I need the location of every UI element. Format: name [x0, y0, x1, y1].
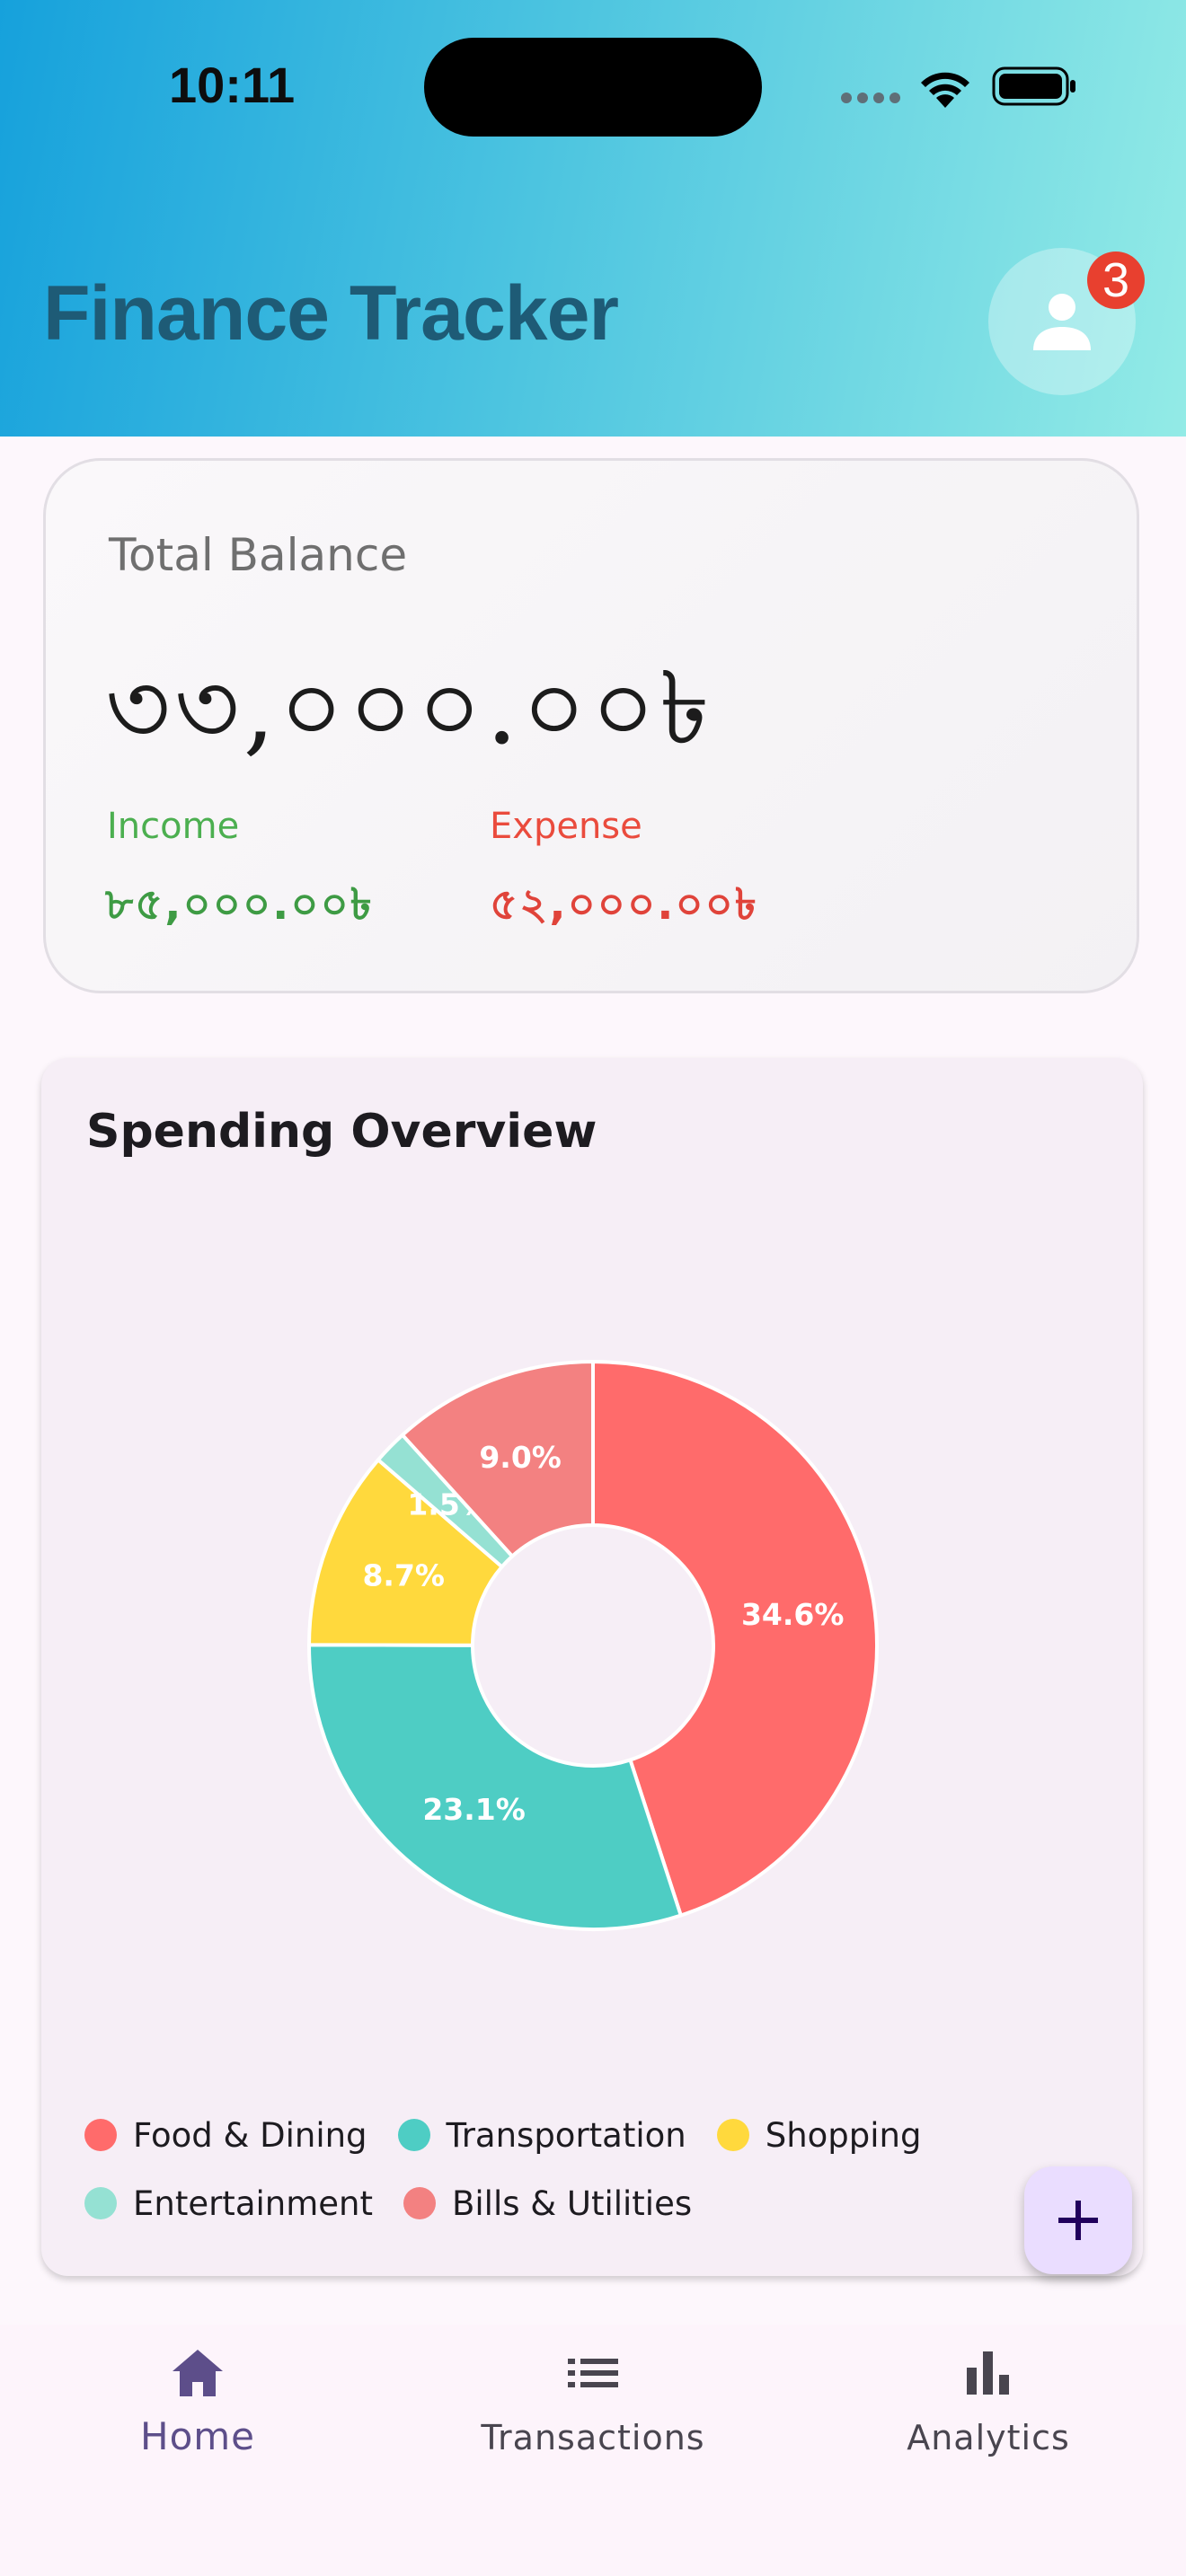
income-value: ৮৫,০০০.০০৳	[105, 879, 374, 930]
donut-value-label: 8.7%	[362, 1557, 445, 1592]
nav-label-transactions: Transactions	[481, 2418, 705, 2457]
list-icon	[568, 2359, 618, 2387]
total-balance-amount: ৩৩,০০০.০০৳	[105, 650, 713, 767]
nav-label-home: Home	[139, 2414, 256, 2458]
legend-item-transportation: Transportation	[397, 2116, 686, 2155]
balance-card: Total Balance ৩৩,০০০.০০৳ Income ৮৫,০০০.০…	[43, 458, 1139, 993]
legend-item-bills-utilities: Bills & Utilities	[403, 2186, 692, 2222]
donut-slice-transportation	[307, 1643, 684, 1931]
total-balance-label: Total Balance	[109, 529, 408, 581]
notification-badge: 3	[1087, 251, 1145, 309]
add-transaction-button[interactable]	[1024, 2166, 1132, 2274]
donut-value-label: 9.0%	[479, 1440, 562, 1475]
bar-chart-icon	[967, 2351, 1009, 2395]
legend-label: Entertainment	[133, 2184, 373, 2223]
person-icon	[1033, 294, 1091, 350]
app-header: 10:11 Finance Tracker 3	[0, 0, 1186, 437]
cellular-signal-icon	[841, 90, 906, 107]
legend-color-dot	[84, 2118, 117, 2151]
nav-item-analytics[interactable]: Analytics	[791, 2325, 1186, 2576]
legend-item-shopping: Shopping	[716, 2116, 922, 2155]
legend-item-food-dining: Food & Dining	[84, 2118, 367, 2154]
chart-legend: Food & Dining Transportation Shopping Enter…	[84, 2118, 1100, 2254]
legend-label: Shopping	[765, 2116, 922, 2155]
legend-label: Transportation	[446, 2116, 686, 2155]
bottom-navigation: Home Transactions Analytics	[0, 2325, 1186, 2576]
expense-value: ৫২,০০০.০০৳	[490, 879, 758, 930]
legend-color-dot	[403, 2186, 436, 2219]
plus-icon	[1058, 2201, 1098, 2240]
nav-item-home[interactable]: Home	[0, 2325, 395, 2576]
income-label: Income	[107, 806, 240, 847]
donut-value-label: 23.1%	[422, 1792, 526, 1827]
wifi-icon	[921, 72, 969, 108]
expense-label: Expense	[490, 806, 642, 847]
donut-value-label: 34.6%	[741, 1597, 845, 1632]
legend-item-entertainment: Entertainment	[84, 2186, 373, 2222]
spending-overview-card: Spending Overview 34.6% 23.1% 8.7% 1.5% 9.0%…	[41, 1058, 1143, 2276]
legend-color-dot	[84, 2186, 117, 2219]
nav-item-transactions[interactable]: Transactions	[395, 2325, 791, 2576]
battery-icon	[992, 66, 1075, 106]
dynamic-island	[424, 38, 762, 137]
legend-label: Bills & Utilities	[452, 2184, 693, 2223]
spending-donut-chart: 34.6%23.1%8.7%1.5%9.0%	[306, 1359, 879, 1931]
legend-color-dot	[716, 2118, 749, 2151]
home-icon	[173, 2350, 223, 2396]
page-title: Finance Tracker	[43, 270, 619, 357]
legend-label: Food & Dining	[133, 2116, 367, 2155]
legend-color-dot	[397, 2118, 430, 2151]
nav-label-analytics: Analytics	[907, 2418, 1070, 2457]
status-time: 10:11	[169, 57, 296, 113]
